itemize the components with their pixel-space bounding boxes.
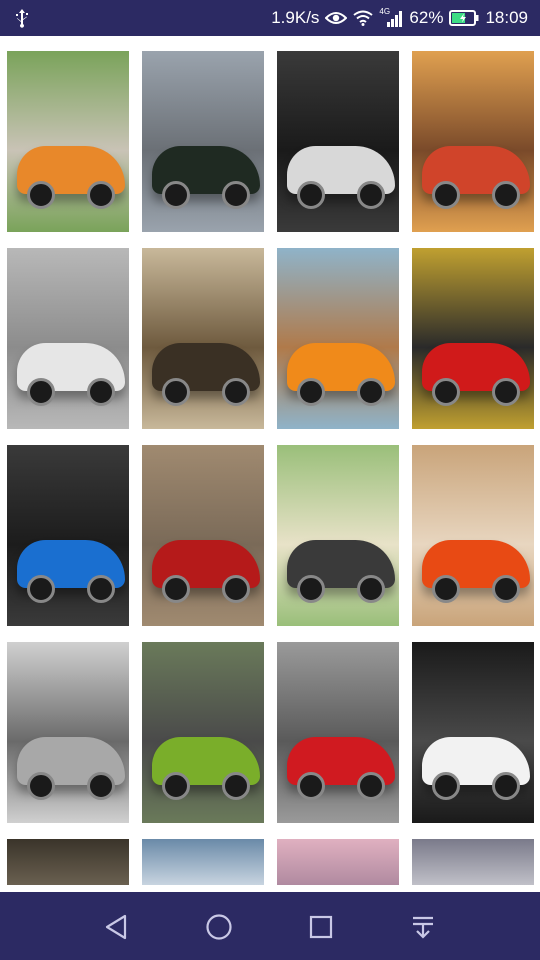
wallpaper-thumbnail-white-range-rover[interactable] bbox=[412, 642, 534, 823]
wallpaper-thumbnail-vintage-car-headlight[interactable] bbox=[277, 445, 399, 626]
wallpaper-thumbnail-silver-mercedes-324[interactable] bbox=[7, 248, 129, 429]
thumbnail-wheel bbox=[297, 575, 325, 603]
thumbnail-wheel bbox=[27, 772, 55, 800]
thumbnail-wheel bbox=[222, 575, 250, 603]
wifi-icon bbox=[353, 10, 374, 26]
thumbnail-wheel bbox=[357, 181, 385, 209]
network-speed: 1.9K/s bbox=[271, 8, 320, 27]
thumbnail-wheel bbox=[492, 181, 520, 209]
clock: 18:09 bbox=[485, 8, 528, 27]
thumbnail-wheel bbox=[432, 772, 460, 800]
wallpaper-thumbnail-tank[interactable] bbox=[142, 248, 264, 429]
thumbnail-wheel bbox=[492, 378, 520, 406]
recents-square-icon[interactable] bbox=[306, 912, 336, 942]
thumbnail-wheel bbox=[162, 378, 190, 406]
thumbnail-wheel bbox=[357, 575, 385, 603]
thumbnail-wheel bbox=[297, 378, 325, 406]
thumbnail-wheel bbox=[87, 772, 115, 800]
battery-percent: 62% bbox=[409, 8, 444, 27]
wallpaper-thumbnail-red-ferrari[interactable] bbox=[412, 248, 534, 429]
wallpaper-thumbnail-green-genesis-coupe[interactable] bbox=[142, 642, 264, 823]
thumbnail-wheel bbox=[492, 575, 520, 603]
thumbnail-wheel bbox=[357, 378, 385, 406]
pull-down-notifications-icon[interactable] bbox=[408, 912, 438, 942]
navigation-bar bbox=[0, 892, 540, 960]
eye-comfort-icon bbox=[325, 10, 348, 26]
thumbnail-wheel bbox=[87, 181, 115, 209]
thumbnail-wheel bbox=[27, 378, 55, 406]
thumbnail-wheel bbox=[492, 772, 520, 800]
battery-icon bbox=[449, 10, 479, 26]
wallpaper-thumbnail-red-ferrari-f12[interactable] bbox=[277, 642, 399, 823]
usb-icon bbox=[14, 8, 30, 28]
home-circle-icon[interactable] bbox=[204, 912, 234, 942]
status-icons: 1.9K/s 4G 62% 18:09 bbox=[271, 0, 528, 36]
thumbnail-wheel bbox=[432, 378, 460, 406]
thumbnail-wheel bbox=[432, 575, 460, 603]
wallpaper-thumbnail-orange-lamborghini[interactable] bbox=[7, 51, 129, 232]
wallpaper-thumbnail-silver-nissan-350z[interactable] bbox=[7, 642, 129, 823]
wallpaper-thumbnail-steam-locomotive[interactable] bbox=[142, 51, 264, 232]
thumbnail-wheel bbox=[87, 378, 115, 406]
thumbnail-wheel bbox=[162, 575, 190, 603]
thumbnail-wheel bbox=[222, 378, 250, 406]
thumbnail-wheel bbox=[222, 181, 250, 209]
wallpaper-thumbnail-black-porsche-martini[interactable] bbox=[277, 51, 399, 232]
wallpaper-thumbnail-orange-lamborghini-doors[interactable] bbox=[277, 248, 399, 429]
thumbnail-wheel bbox=[27, 575, 55, 603]
thumbnail-wheel bbox=[357, 772, 385, 800]
thumbnail-wheel bbox=[162, 181, 190, 209]
wallpaper-thumbnail-orange-lamborghini-colosseum[interactable] bbox=[412, 445, 534, 626]
thumbnail-wheel bbox=[222, 772, 250, 800]
wallpaper-thumbnail-dark-road[interactable] bbox=[7, 839, 129, 885]
wallpaper-thumbnail-blue-bmw[interactable] bbox=[7, 445, 129, 626]
wallpaper-thumbnail-grey-sky[interactable] bbox=[412, 839, 534, 885]
wallpaper-thumbnail-mclaren-sunset[interactable] bbox=[412, 51, 534, 232]
thumbnail-wheel bbox=[432, 181, 460, 209]
status-bar: 1.9K/s 4G 62% 18:09 bbox=[0, 0, 540, 36]
thumbnail-wheel bbox=[297, 181, 325, 209]
wallpaper-grid-container[interactable] bbox=[0, 36, 540, 892]
wallpaper-thumbnail-cloudy-sky[interactable] bbox=[142, 839, 264, 885]
thumbnail-wheel bbox=[162, 772, 190, 800]
wallpaper-thumbnail-toy-mercedes[interactable] bbox=[142, 445, 264, 626]
thumbnail-wheel bbox=[27, 181, 55, 209]
wallpaper-thumbnail-pink-sunset-tree[interactable] bbox=[277, 839, 399, 885]
signal-icon: 4G bbox=[379, 7, 403, 27]
thumbnail-wheel bbox=[297, 772, 325, 800]
thumbnail-wheel bbox=[87, 575, 115, 603]
back-triangle-icon[interactable] bbox=[101, 912, 131, 942]
wallpaper-grid bbox=[7, 51, 534, 885]
